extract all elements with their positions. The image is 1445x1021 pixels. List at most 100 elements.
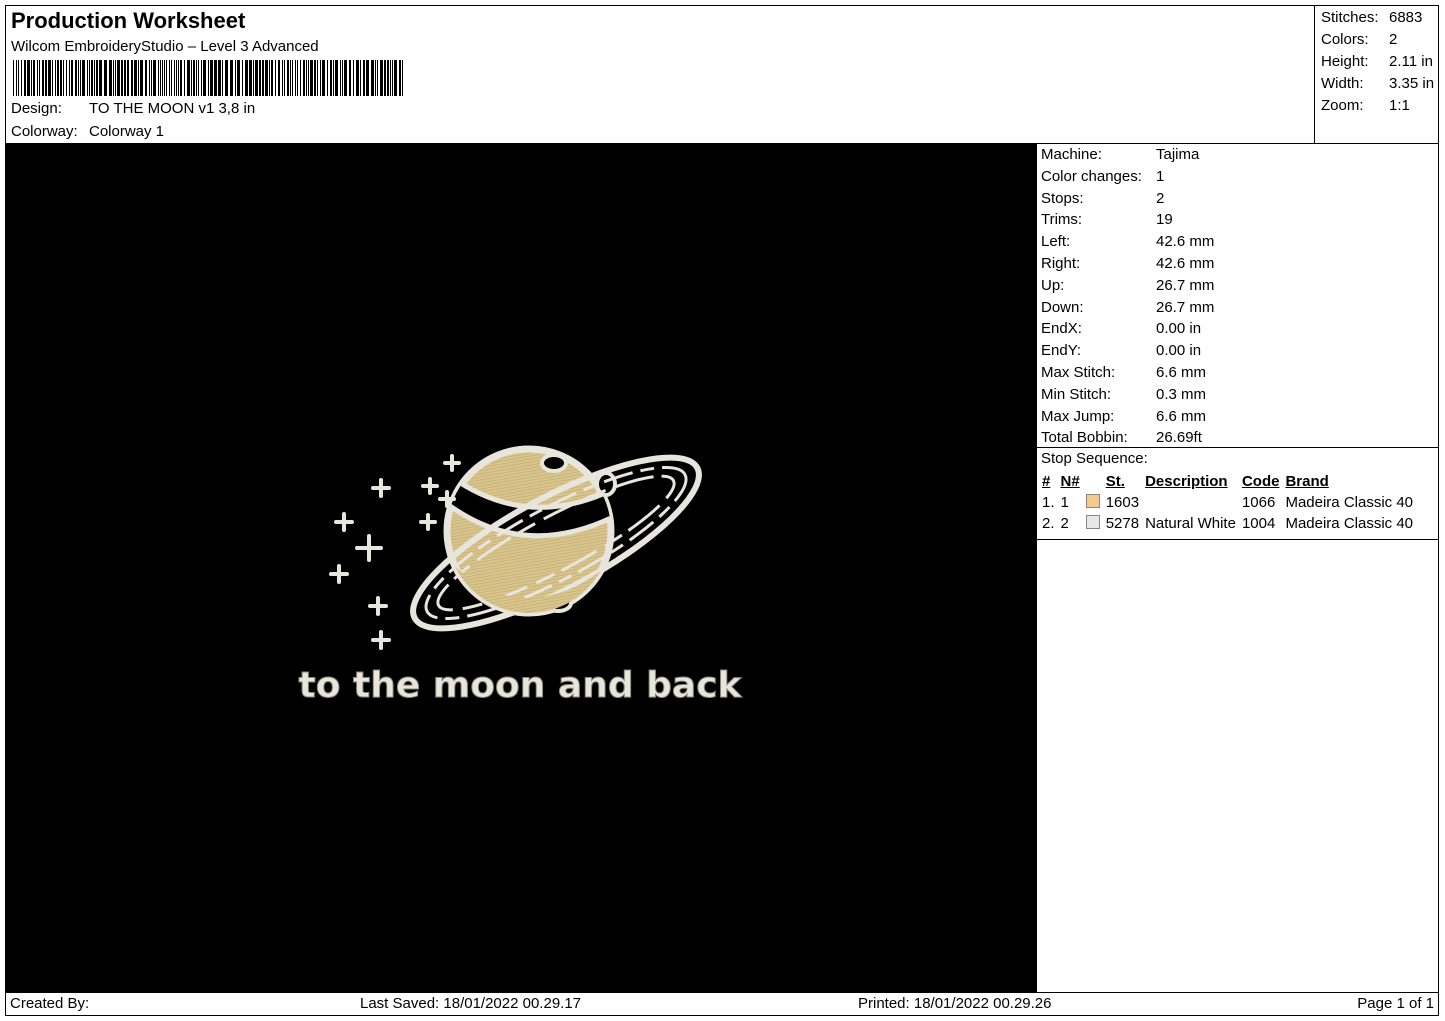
stat-row: Color changes: 1 [1041,166,1438,188]
needle-number: 1 [1060,494,1069,511]
needle-number: 2 [1060,515,1069,532]
star-icon [334,512,354,532]
summary-label: Height: [1321,53,1369,70]
design-value: TO THE MOON v1 3,8 in [89,100,256,117]
thread-description [1142,492,1239,513]
page-number: Page 1 of 1 [1357,995,1434,1012]
stat-value: 42.6 mm [1156,233,1215,251]
stat-label: Max Stitch: [1041,363,1116,381]
column-header: Description [1145,473,1228,490]
summary-label: Colors: [1321,31,1369,48]
column-header [1083,471,1103,492]
stat-row: Down: 26.7 mm [1041,297,1438,319]
summary-value: 1:1 [1389,97,1410,114]
stat-label: EndY: [1041,342,1082,360]
stat-row: Left: 42.6 mm [1041,231,1438,253]
stat-label: Machine: [1041,146,1102,163]
color-swatch-cell [1083,513,1103,534]
stat-row: Max Jump: 6.6 mm [1041,406,1438,428]
stat-value: 6.6 mm [1156,407,1207,425]
star-icon [355,534,383,562]
summary-value: 2.11 in [1389,53,1433,70]
stat-value: 0.00 in [1156,342,1202,360]
column-header: # [1042,473,1051,490]
thread-description: Natural White [1145,515,1236,532]
page-title: Production Worksheet [11,8,246,33]
stat-label: Left: [1041,233,1071,251]
stat-label: Min Stitch: [1041,385,1112,403]
color-swatch [1085,515,1100,529]
design-row: Design: TO THE MOON v1 3,8 in [11,100,255,117]
stat-value: 42.6 mm [1156,254,1215,272]
stat-value: 19 [1156,211,1173,229]
summary-row: Colors: 2 [1321,29,1438,51]
star-icon [329,564,349,584]
last-saved: Last Saved: 18/01/2022 00.29.17 [360,995,582,1012]
star-icon [419,513,437,531]
stat-label: Trims: [1041,211,1083,229]
stop-sequence: Stop Sequence: # N# St. Description Code… [1036,447,1438,540]
printed-date: Printed: 18/01/2022 00.29.26 [858,995,1052,1012]
stop-number: 1. [1042,494,1055,511]
created-by: Created By: [10,995,90,1012]
table-row: 2. 2 5278 Natural White 1004 Madeira Cla… [1039,513,1416,534]
machine-stats: Machine: Tajima Color changes: 1 Stops: 2 T… [1036,143,1438,450]
stat-value: 0.00 in [1156,320,1202,338]
star-icon [443,454,461,472]
stat-label: Total Bobbin: [1041,429,1128,447]
star-icon [371,630,391,650]
stat-label: Color changes: [1041,167,1142,185]
star-icon [371,478,391,498]
summary-value: 6883 [1389,9,1423,26]
column-header: Brand [1285,473,1329,490]
stat-label: Right: [1041,254,1081,272]
stitch-count: 1603 [1105,494,1140,511]
stat-row: Machine: Tajima [1041,144,1438,166]
stat-row: Up: 26.7 mm [1041,275,1438,297]
stat-row: Total Bobbin: 26.69ft [1041,427,1438,449]
stat-value: 6.6 mm [1156,363,1207,381]
barcode [13,60,403,96]
stat-value: Tajima [1156,146,1200,163]
summary-value: 2 [1389,31,1398,48]
colorway-label: Colorway: [11,123,78,140]
stat-row: Stops: 2 [1041,188,1438,210]
crater-icon [540,453,568,473]
summary-row: Stitches: 6883 [1321,7,1438,29]
design-label: Design: [11,100,62,117]
column-header: Code [1241,473,1280,490]
summary-label: Zoom: [1321,97,1364,114]
stop-number: 2. [1042,515,1055,532]
stat-value: 0.3 mm [1156,385,1207,403]
stat-label: Stops: [1041,189,1084,207]
summary-row: Height: 2.11 in [1321,51,1438,73]
stars-group [329,454,461,650]
summary-value: 3.35 in [1389,75,1435,92]
color-swatch [1085,494,1100,508]
design-preview: to the moon and back [6,143,1036,992]
design-summary: Stitches: 6883 Colors: 2 Height: 2.11 in Wi… [1314,6,1438,143]
thread-brand: Madeira Classic 40 [1285,494,1414,511]
thread-code: 1004 [1241,515,1276,532]
summary-label: Stitches: [1321,9,1379,26]
stat-value: 1 [1156,167,1165,185]
embroidery-artwork: to the moon and back [298,445,743,707]
star-icon [368,596,388,616]
notes-area [1036,540,1438,992]
column-header: St. [1105,473,1125,490]
star-icon [421,477,439,495]
stop-sequence-table: # N# St. Description Code Brand 1. 1 160… [1039,471,1416,534]
worksheet-footer: Created By: Last Saved: 18/01/2022 00.29… [6,992,1438,1016]
stat-value: 26.69ft [1156,429,1202,447]
stat-label: Max Jump: [1041,407,1115,425]
stat-row: Max Stitch: 6.6 mm [1041,362,1438,384]
table-header-row: # N# St. Description Code Brand [1039,471,1416,492]
color-swatch-cell [1083,492,1103,513]
worksheet-header: Production Worksheet Wilcom EmbroiderySt… [6,6,1314,143]
stat-value: 2 [1156,189,1165,207]
column-header: N# [1060,473,1080,490]
summary-row: Zoom: 1:1 [1321,95,1438,117]
stat-row: Min Stitch: 0.3 mm [1041,384,1438,406]
software-name: Wilcom EmbroideryStudio – Level 3 Advanc… [11,38,319,55]
production-worksheet: Production Worksheet Wilcom EmbroiderySt… [5,5,1439,1016]
